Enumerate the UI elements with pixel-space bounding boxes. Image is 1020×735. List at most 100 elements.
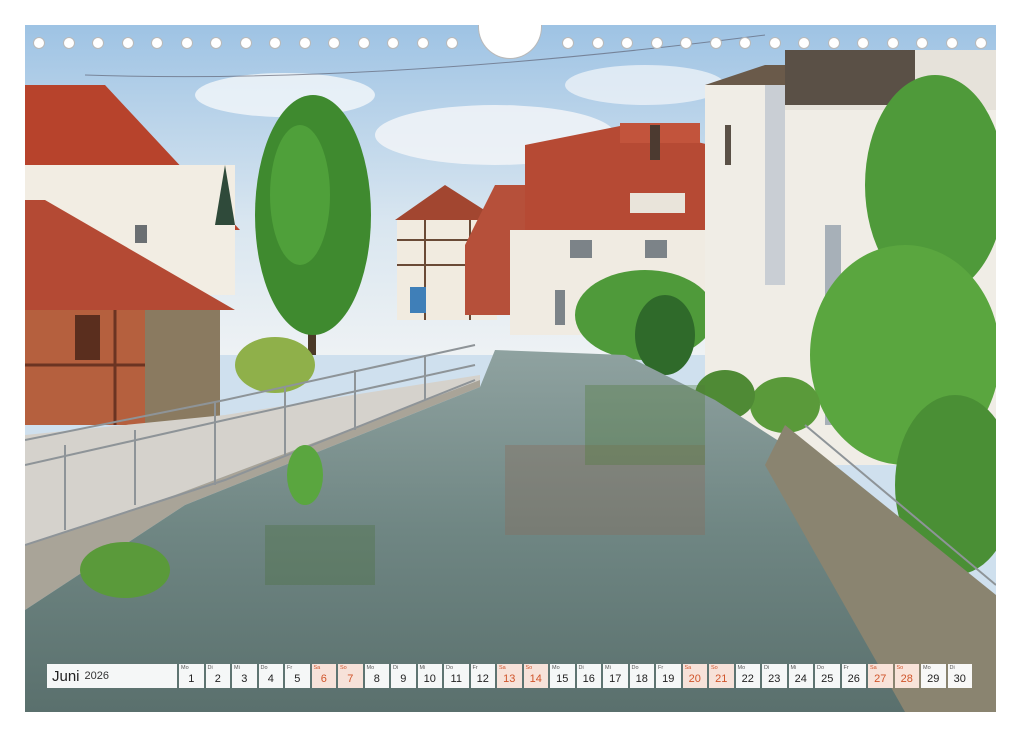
day-cell: Mi 3: [232, 664, 257, 688]
month-name: Juni: [52, 667, 80, 685]
binding-hole: [739, 37, 751, 49]
binding-hole: [945, 37, 958, 49]
binding-hole: [768, 37, 781, 49]
day-cell: Mo 15: [550, 664, 575, 688]
day-number: 20: [688, 673, 701, 685]
day-number: 5: [294, 673, 301, 685]
binding-hole: [33, 37, 45, 49]
month-label-box: Juni 2026: [47, 664, 177, 688]
binding-hole: [416, 37, 429, 49]
day-cell: Di 2: [205, 664, 230, 688]
day-number: 13: [503, 673, 516, 685]
day-cell: Do 4: [258, 664, 283, 688]
day-cell: Mi 17: [603, 664, 628, 688]
day-cell: So 28: [894, 664, 919, 688]
weekday-label: Sa: [499, 665, 506, 671]
binding-hole: [92, 37, 104, 49]
binding-hole: [151, 37, 163, 49]
day-cell: Sa 13: [497, 664, 522, 688]
weekday-label: So: [711, 665, 718, 671]
day-cell: Fr 26: [841, 664, 866, 688]
day-cell: Mo 8: [364, 664, 389, 688]
day-number: 14: [529, 673, 542, 685]
day-number: 8: [373, 673, 380, 685]
day-cell: Sa 6: [311, 664, 336, 688]
weekday-label: So: [525, 665, 533, 671]
day-cell: Sa 20: [682, 664, 707, 688]
day-number: 29: [927, 673, 940, 685]
day-cell: Mi 24: [788, 664, 813, 688]
month-calendar-strip: Juni 2026 Mo 1 Di 2 Mi 3 Do 4 Fr 5 Sa 6 So 7 Mo 8 Di 9 Mi 1…: [47, 664, 973, 688]
binding-hole: [916, 37, 928, 49]
day-number: 24: [794, 673, 807, 685]
weekday-label: Do: [631, 665, 639, 671]
binding-hole: [357, 37, 370, 49]
day-cell: So 7: [338, 664, 363, 688]
day-cell: Fr 5: [285, 664, 310, 688]
day-cell: Do 11: [444, 664, 469, 688]
day-cell: Mo 22: [735, 664, 760, 688]
day-cell: Sa 27: [868, 664, 893, 688]
day-number: 26: [847, 673, 860, 685]
binding-hole: [121, 37, 134, 49]
day-number: 3: [241, 673, 248, 685]
day-cell: Di 30: [947, 664, 972, 688]
weekday-label: Fr: [658, 665, 664, 671]
binding-hole: [328, 37, 340, 49]
day-number: 11: [450, 673, 462, 685]
binding-hole: [680, 37, 692, 49]
weekday-label: Mo: [552, 665, 560, 671]
day-cell: Fr 12: [470, 664, 495, 688]
weekday-label: So: [896, 665, 904, 671]
weekday-label: So: [340, 665, 347, 671]
binding-hole: [621, 37, 633, 49]
weekday-label: Di: [764, 665, 770, 671]
day-number: 21: [715, 673, 728, 685]
weekday-label: Sa: [684, 665, 692, 671]
binding-hole: [387, 37, 399, 49]
weekday-label: Di: [393, 665, 399, 671]
day-number: 28: [900, 673, 913, 685]
day-number: 7: [347, 673, 354, 685]
day-cell: Mi 10: [417, 664, 442, 688]
day-cell: Di 16: [576, 664, 601, 688]
day-number: 9: [400, 673, 407, 685]
weekday-label: Do: [817, 665, 825, 671]
binding-hole: [446, 37, 458, 49]
day-number: 23: [768, 673, 781, 685]
binding-hole: [709, 37, 722, 49]
day-cell: Di 23: [762, 664, 787, 688]
day-cell: So 14: [523, 664, 548, 688]
day-number: 25: [821, 673, 834, 685]
canal-town-illustration: [25, 25, 996, 712]
binding-hole: [975, 37, 987, 49]
day-number: 27: [874, 673, 887, 685]
binding-hole: [650, 37, 663, 49]
weekday-label: Fr: [843, 665, 849, 671]
day-cell: Mo 29: [921, 664, 946, 688]
day-number: 16: [582, 673, 595, 685]
weekday-label: Di: [949, 665, 955, 671]
weekday-label: Di: [207, 665, 213, 671]
day-number: 12: [476, 673, 489, 685]
weekday-label: Fr: [472, 665, 478, 671]
day-cell: Mo 1: [179, 664, 204, 688]
binding-hole: [886, 37, 899, 49]
binding-hole: [827, 37, 840, 49]
day-cell: Di 9: [391, 664, 416, 688]
day-cell: Do 18: [629, 664, 654, 688]
binding-hole: [298, 37, 311, 49]
weekday-label: Mo: [737, 665, 746, 671]
day-number: 15: [556, 673, 569, 685]
weekday-label: Mi: [605, 665, 611, 671]
weekday-label: Mi: [790, 665, 797, 671]
binding-hole: [798, 37, 810, 49]
weekday-label: Sa: [313, 665, 321, 671]
month-year: 2026: [84, 670, 110, 682]
day-number: 1: [188, 673, 195, 685]
day-cell: Fr 19: [656, 664, 681, 688]
day-number: 17: [609, 673, 622, 685]
calendar-page: Juni 2026 Mo 1 Di 2 Mi 3 Do 4 Fr 5 Sa 6 So 7 Mo 8 Di 9 Mi 1…: [0, 0, 1020, 735]
day-number: 4: [267, 673, 274, 685]
weekday-label: Do: [260, 665, 268, 671]
